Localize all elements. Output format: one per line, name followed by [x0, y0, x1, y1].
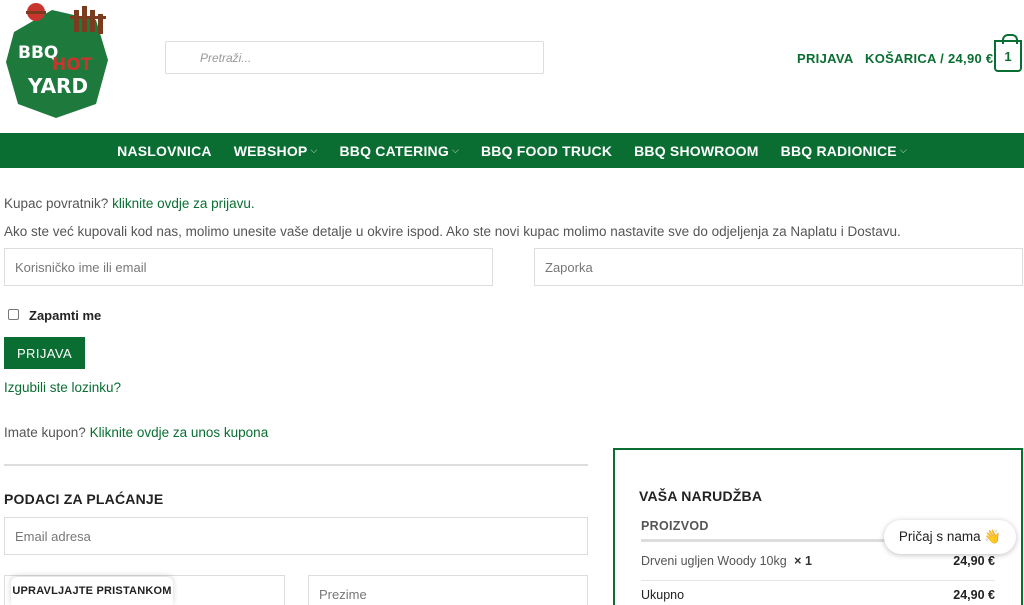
consent-manage-button[interactable]: UPRAVLJAJTE PRISTANKOM — [11, 577, 173, 605]
chevron-down-icon: ⌵ — [899, 145, 907, 155]
returning-login-link[interactable]: kliknite ovdje za prijavu. — [112, 196, 255, 211]
svg-text:HOT: HOT — [52, 55, 93, 75]
bbq-hot-yard-logo[interactable]: BBQ HOT YARD — [4, 0, 112, 122]
order-item-price: 24,90 € — [953, 554, 995, 568]
order-item-name: Drveni ugljen Woody 10kg — [641, 554, 787, 568]
header-cart-link[interactable]: KOŠARICA / 24,90 € — [865, 51, 993, 66]
main-nav: NASLOVNICA WEBSHOP ⌵ BBQ CATERING ⌵ BBQ FO… — [0, 133, 1024, 168]
nav-item-bbq-food-truck[interactable]: BBQ FOOD TRUCK — [470, 143, 623, 159]
nav-item-naslovnica[interactable]: NASLOVNICA — [106, 143, 223, 159]
password-field[interactable]: Zaporka — [534, 248, 1023, 286]
nav-item-bbq-radionice[interactable]: BBQ RADIONICE ⌵ — [770, 143, 918, 159]
order-total-row: Ukupno 24,90 € — [641, 588, 995, 602]
order-title: VAŠA NARUDŽBA — [639, 488, 763, 504]
order-item-row: Drveni ugljen Woody 10kg × 1 24,90 € — [641, 554, 995, 568]
login-submit-button[interactable]: PRIJAVA — [4, 337, 85, 369]
order-item-qty: × 1 — [794, 554, 812, 568]
chevron-down-icon: ⌵ — [451, 145, 459, 155]
login-instructions: Ako ste već kupovali kod nas, molimo une… — [4, 224, 901, 239]
remember-me-checkbox[interactable] — [8, 309, 19, 320]
chat-label: Pričaj s nama 👋 — [898, 529, 1002, 544]
email-field[interactable]: Email adresa — [4, 517, 588, 555]
billing-title: PODACI ZA PLAĆANJE — [4, 491, 164, 507]
chat-widget-button[interactable]: Pričaj s nama 👋 — [884, 520, 1016, 554]
coupon-notice: Imate kupon? Kliknite ovdje za unos kupo… — [4, 425, 269, 440]
lastname-field[interactable]: Prezime — [308, 575, 588, 605]
order-total-price: 24,90 € — [953, 588, 995, 602]
order-row-divider — [641, 580, 995, 581]
search-input[interactable] — [165, 41, 544, 74]
nav-item-bbq-catering[interactable]: BBQ CATERING ⌵ — [328, 143, 470, 159]
remember-me-label: Zapamti me — [29, 308, 102, 323]
lost-password-link[interactable]: Izgubili ste lozinku? — [4, 380, 121, 395]
svg-text:YARD: YARD — [27, 74, 88, 98]
site-header: BBQ HOT YARD PRIJAVA KOŠARICA / 24,90 € … — [0, 0, 1024, 133]
nav-item-bbq-showroom[interactable]: BBQ SHOWROOM — [623, 143, 770, 159]
chevron-down-icon: ⌵ — [310, 145, 318, 155]
order-total-label: Ukupno — [641, 588, 685, 602]
divider — [4, 464, 588, 466]
cart-count: 1 — [1004, 48, 1012, 64]
header-login-link[interactable]: PRIJAVA — [797, 51, 854, 66]
cart-icon[interactable]: 1 — [994, 34, 1022, 72]
returning-customer-notice: Kupac povratnik? kliknite ovdje za prija… — [4, 196, 255, 211]
nav-item-webshop[interactable]: WEBSHOP ⌵ — [223, 143, 329, 159]
coupon-link[interactable]: Kliknite ovdje za unos kupona — [90, 425, 269, 440]
username-field[interactable]: Korisničko ime ili email — [4, 248, 493, 286]
